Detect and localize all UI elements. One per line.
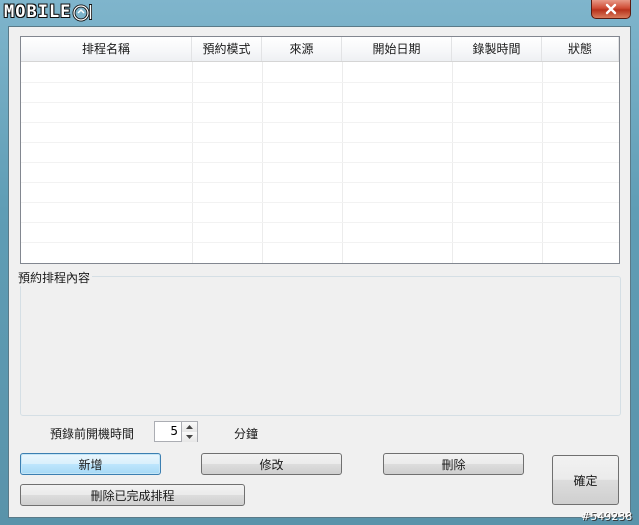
dialog-client-area: 排程名稱 預約模式 來源 開始日期 錄製時間 狀態 預約排程內容 預錄前開機時間… bbox=[8, 26, 631, 518]
pre-record-spinner[interactable]: 5 bbox=[154, 421, 198, 442]
close-button[interactable] bbox=[591, 0, 631, 19]
arrow-down-icon bbox=[186, 435, 193, 439]
column-header-source[interactable]: 來源 bbox=[262, 37, 342, 61]
ok-button[interactable]: 確定 bbox=[552, 455, 619, 505]
app-logo: MOBILE bbox=[4, 2, 94, 22]
delete-button[interactable]: 刪除 bbox=[383, 453, 524, 475]
spinner-down-button[interactable] bbox=[182, 432, 197, 442]
title-bar: MOBILE bbox=[0, 0, 639, 26]
row-divider bbox=[21, 182, 619, 183]
arrow-up-icon bbox=[186, 425, 193, 429]
spinner-buttons bbox=[182, 421, 198, 442]
logo-text: MOBILE bbox=[4, 2, 72, 22]
column-header-start-date[interactable]: 開始日期 bbox=[342, 37, 452, 61]
schedule-details-group bbox=[20, 276, 621, 416]
row-divider bbox=[21, 102, 619, 103]
schedule-details-label: 預約排程內容 bbox=[16, 269, 93, 286]
row-divider bbox=[21, 202, 619, 203]
app-window: MOBILE 排程名稱 預約模式 來源 開始日期 錄製時間 狀態 預約排程內容 … bbox=[0, 0, 639, 525]
pre-record-label: 預錄前開機時間 bbox=[50, 427, 135, 441]
schedule-list-header: 排程名稱 預約模式 來源 開始日期 錄製時間 狀態 bbox=[21, 37, 619, 62]
close-x-icon bbox=[605, 3, 617, 15]
watermark-text: #549238 bbox=[581, 510, 633, 523]
schedule-list[interactable]: 排程名稱 預約模式 來源 開始日期 錄製時間 狀態 bbox=[20, 36, 620, 264]
row-divider bbox=[21, 142, 619, 143]
schedule-list-body[interactable] bbox=[21, 62, 619, 263]
modify-button[interactable]: 修改 bbox=[201, 453, 342, 475]
row-divider bbox=[21, 162, 619, 163]
add-button[interactable]: 新增 bbox=[20, 453, 161, 475]
row-divider bbox=[21, 242, 619, 243]
pre-record-input[interactable]: 5 bbox=[154, 421, 182, 442]
logo-01-icon bbox=[72, 4, 93, 22]
row-divider bbox=[21, 222, 619, 223]
minutes-unit-label: 分鐘 bbox=[234, 427, 259, 441]
row-divider bbox=[21, 122, 619, 123]
delete-completed-button[interactable]: 刪除已完成排程 bbox=[20, 484, 245, 506]
column-header-name[interactable]: 排程名稱 bbox=[21, 37, 192, 61]
column-header-mode[interactable]: 預約模式 bbox=[192, 37, 262, 61]
row-divider bbox=[21, 82, 619, 83]
column-header-status[interactable]: 狀態 bbox=[542, 37, 619, 61]
column-header-record-time[interactable]: 錄製時間 bbox=[452, 37, 542, 61]
